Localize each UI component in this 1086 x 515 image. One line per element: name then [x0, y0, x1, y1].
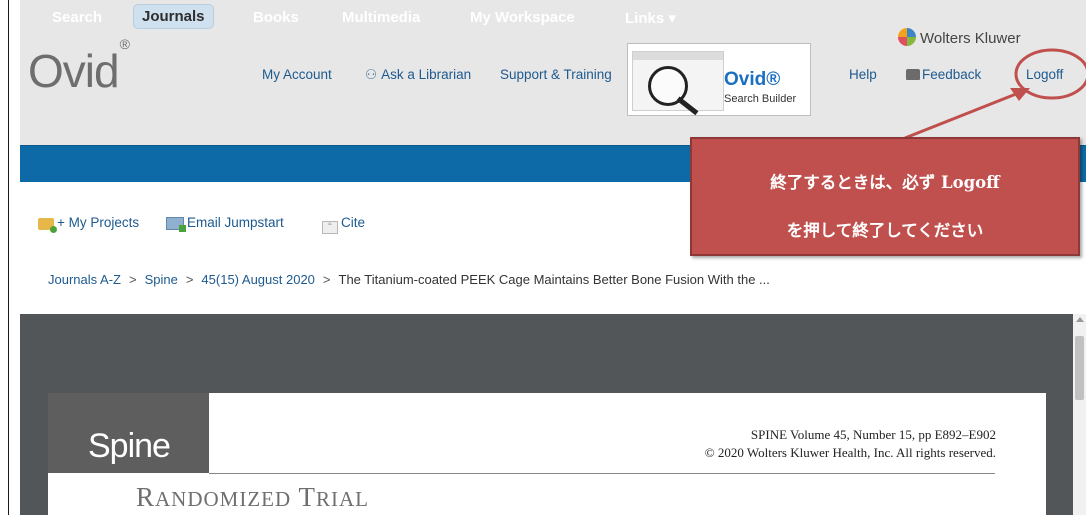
feedback-link[interactable]: Feedback — [906, 67, 981, 82]
nav-search[interactable]: Search — [52, 9, 102, 26]
ovid-logo[interactable]: Ovid® — [28, 36, 130, 98]
breadcrumb: Journals A-Z > Spine >45(15) August 2020 > Th… — [48, 272, 770, 287]
breadcrumb-current: The Titanium-coated PEEK Cage Maintains … — [338, 272, 770, 287]
my-account-link[interactable]: My Account — [262, 67, 332, 82]
breadcrumb-journals-az[interactable]: Journals A-Z — [48, 272, 121, 287]
wolters-kluwer-globe-icon — [898, 28, 916, 46]
journal-logo: Spine — [48, 393, 209, 473]
left-border — [8, 0, 9, 515]
librarian-icon: ⚇ — [365, 67, 378, 82]
breadcrumb-issue[interactable]: 45(15) August 2020 — [201, 272, 314, 287]
ask-librarian-link[interactable]: ⚇ Ask a Librarian — [365, 67, 471, 83]
add-folder-icon — [38, 218, 57, 233]
promo-subtitle: Search Builder — [724, 93, 797, 105]
section-title: RANDOMIZED TRIAL — [136, 482, 369, 512]
nav-my-workspace[interactable]: My Workspace — [470, 9, 575, 26]
nav-links-dropdown[interactable]: Links ▾ — [625, 9, 676, 27]
search-builder-promo[interactable]: Ovid® Search Builder — [627, 43, 811, 116]
promo-title: Ovid® — [724, 69, 781, 90]
support-training-link[interactable]: Support & Training — [500, 67, 612, 82]
quote-icon: “ — [322, 221, 338, 234]
annotation-line-2: を押して終了してください — [786, 221, 984, 240]
help-link[interactable]: Help — [849, 67, 877, 82]
viewer-scrollbar[interactable] — [1073, 314, 1086, 515]
scroll-up-icon[interactable] — [1076, 317, 1084, 322]
nav-multimedia[interactable]: Multimedia — [342, 9, 420, 26]
scroll-thumb[interactable] — [1075, 336, 1084, 400]
thumbs-up-icon — [906, 69, 920, 80]
annotation-callout: 終了するときは、必ず Logoff を押して終了してください — [690, 137, 1080, 256]
nav-journals[interactable]: Journals — [133, 4, 214, 29]
my-projects-button[interactable]: + My Projects — [38, 215, 139, 233]
cite-button[interactable]: “Cite — [322, 215, 365, 234]
wolters-kluwer-brand: Wolters Kluwer — [898, 28, 1021, 47]
logoff-link[interactable]: Logoff — [1026, 67, 1063, 82]
header-rule — [209, 473, 995, 474]
nav-books[interactable]: Books — [253, 9, 299, 26]
breadcrumb-spine[interactable]: Spine — [145, 272, 178, 287]
citation-line-2: © 2020 Wolters Kluwer Health, Inc. All r… — [704, 445, 996, 460]
email-icon — [166, 217, 186, 232]
citation-line-1: SPINE Volume 45, Number 15, pp E892–E902 — [750, 427, 996, 442]
email-jumpstart-button[interactable]: Email Jumpstart — [166, 215, 284, 232]
annotation-line-1: 終了するときは、必ず Logoff — [770, 173, 1000, 192]
